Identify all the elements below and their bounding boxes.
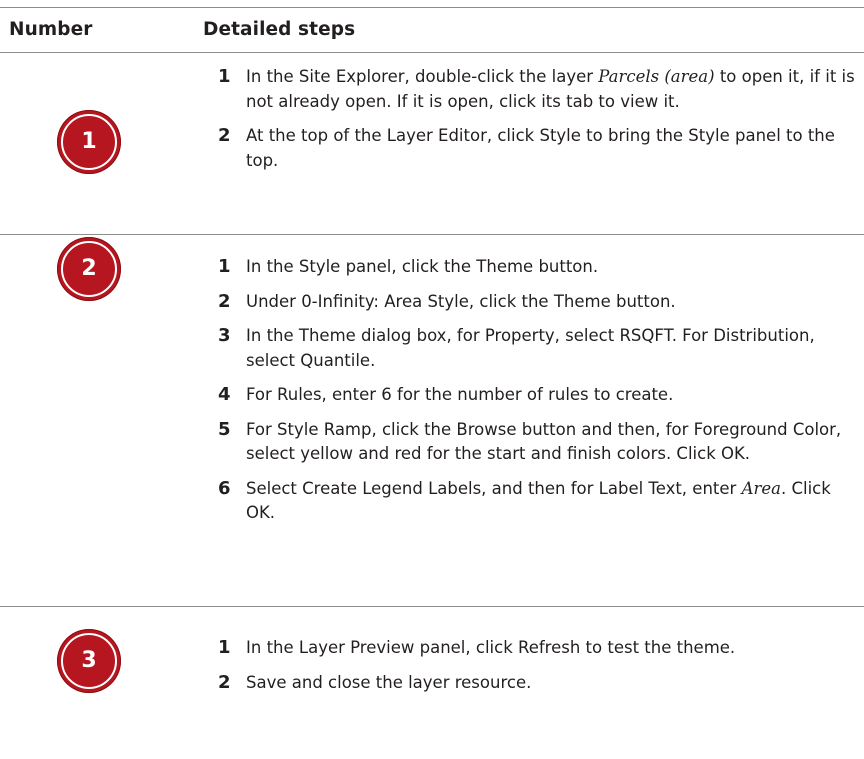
step-item: 1 In the Style panel, click the Theme bu… — [218, 256, 599, 277]
step-item: 6 Select Create Legend Labels, and then … — [218, 477, 831, 523]
step-number-badge: 1 — [57, 110, 121, 174]
step-item: 1 In the Layer Preview panel, click Refr… — [218, 637, 736, 658]
step-item: 2 Under 0-Infinity: Area Style, click th… — [218, 290, 676, 312]
step-number-badge: 2 — [57, 237, 121, 301]
step-item: 4 For Rules, enter 6 for the number of r… — [218, 384, 674, 405]
step-item: 5 For Style Ramp, click the Browse butto… — [218, 418, 842, 464]
label-text-value: Area — [741, 478, 781, 498]
step-number-badge: 3 — [57, 629, 121, 693]
step-item: 1 In the Site Explorer, double-click the… — [218, 66, 855, 111]
section-divider — [0, 234, 864, 235]
step-item: 2 Save and close the layer resource. — [218, 671, 532, 693]
procedure-table: Number Detailed steps 1 1 In the Site Ex… — [0, 0, 864, 759]
step-item: 2 At the top of the Layer Editor, click … — [218, 125, 835, 170]
header-number: Number — [9, 19, 93, 40]
section-3-steps: 1 In the Layer Preview panel, click Refr… — [218, 636, 858, 705]
section-divider — [0, 606, 864, 607]
table-header: Number Detailed steps — [0, 8, 864, 52]
layer-name: Parcels (area) — [598, 67, 715, 86]
header-detailed-steps: Detailed steps — [203, 19, 356, 40]
header-divider — [0, 52, 864, 53]
section-1-steps: 1 In the Site Explorer, double-click the… — [218, 65, 858, 183]
section-2-steps: 1 In the Style panel, click the Theme bu… — [218, 255, 858, 536]
step-item: 3 In the Theme dialog box, for Property,… — [218, 325, 815, 370]
